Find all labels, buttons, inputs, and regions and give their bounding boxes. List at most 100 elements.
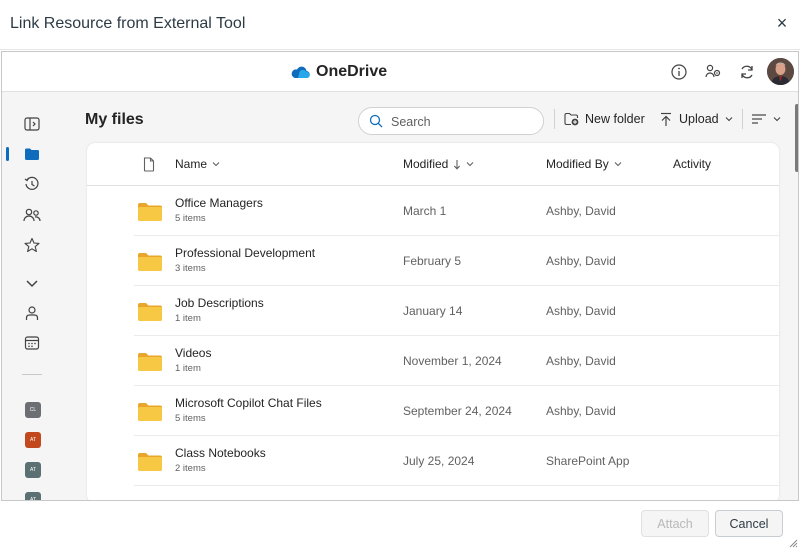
rail-divider [22,374,42,375]
folder-name[interactable]: Videos [175,346,211,360]
close-icon[interactable]: × [774,14,790,32]
cancel-button[interactable]: Cancel [715,510,783,537]
link-resource-dialog: Link Resource from External Tool × OneDr… [0,0,800,550]
column-header-name-label: Name [175,157,208,171]
column-header-modified-label: Modified [403,157,449,171]
table-row[interactable]: Microsoft Copilot Chat Files 5 items Sep… [87,386,779,436]
column-header-modified-by-label: Modified By [546,157,609,171]
item-count: 1 item [175,313,201,324]
modified-date: September 24, 2024 [403,404,512,418]
people-settings-icon[interactable] [704,63,722,81]
dialog-header: Link Resource from External Tool × [0,0,800,50]
chevron-down-icon [773,117,781,122]
folder-name[interactable]: Professional Development [175,246,315,260]
table-row[interactable]: Class Notebooks 2 items July 25, 2024 Sh… [87,436,779,486]
resize-grip-icon[interactable] [788,538,798,548]
modified-by: Ashby, David [546,204,616,218]
modified-date: January 14 [403,304,463,318]
upload-label: Upload [679,112,719,126]
shared-icon[interactable] [22,205,42,225]
folder-icon [138,453,162,471]
onedrive-topbar: OneDrive [2,52,798,92]
chevron-down-icon [725,117,733,122]
site-tile[interactable]: AT [25,462,41,478]
row-divider [134,485,779,486]
modified-by: SharePoint App [546,454,630,468]
dialog-footer: Attach Cancel [0,501,800,550]
left-nav-rail: CL AT AT AT AT [2,93,62,500]
column-header-activity-label: Activity [673,157,712,171]
new-folder-label: New folder [585,112,645,126]
avatar-photo [767,58,794,85]
toolbar-divider [742,109,743,129]
folder-name[interactable]: Office Managers [175,196,263,210]
folder-icon [138,403,162,421]
upload-button[interactable]: Upload [659,108,733,130]
modified-by: Ashby, David [546,304,616,318]
my-files-folder-icon[interactable] [22,144,42,164]
folder-name[interactable]: Job Descriptions [175,296,264,310]
toolbar-divider [554,109,555,129]
site-tile[interactable]: AT [25,492,41,500]
search-input[interactable]: Search [358,107,544,135]
column-header-name[interactable]: Name [175,143,220,185]
folder-icon [138,353,162,371]
site-tile[interactable]: CL [25,402,41,418]
folder-name[interactable]: Microsoft Copilot Chat Files [175,396,322,410]
modified-by: Ashby, David [546,354,616,368]
folder-name[interactable]: Class Notebooks [175,446,266,460]
people-icon[interactable] [22,303,42,323]
favorites-star-icon[interactable] [22,235,42,255]
scrollbar-thumb[interactable] [795,104,798,172]
table-row[interactable]: Professional Development 3 items Februar… [87,236,779,286]
modified-date: July 25, 2024 [403,454,475,468]
avatar[interactable] [767,58,794,85]
view-options-icon [752,114,766,124]
modified-date: February 5 [403,254,462,268]
modified-by: Ashby, David [546,404,616,418]
meetings-calendar-icon[interactable] [22,333,42,353]
onedrive-brand[interactable]: OneDrive [290,62,387,82]
collapse-nav-icon[interactable] [22,114,42,134]
table-row[interactable]: Videos 1 item November 1, 2024 Ashby, Da… [87,336,779,386]
sync-icon[interactable] [738,63,756,81]
item-count: 5 items [175,213,206,224]
files-table: Name Modified Modified By Activity Offic… [87,143,779,500]
onedrive-cloud-icon [291,66,310,79]
new-folder-button[interactable]: New folder [564,108,645,130]
chevron-down-icon [466,162,474,167]
column-header-modified[interactable]: Modified [403,143,474,185]
modified-by: Ashby, David [546,254,616,268]
item-count: 5 items [175,413,206,424]
item-count: 2 items [175,463,206,474]
attach-button[interactable]: Attach [641,510,709,537]
view-options-button[interactable] [751,108,781,130]
new-folder-icon [564,112,579,126]
search-icon [369,114,383,128]
site-tile[interactable]: AT [25,432,41,448]
chevron-down-icon [614,162,622,167]
folder-icon [138,303,162,321]
active-indicator [6,147,9,161]
info-icon[interactable] [670,63,688,81]
file-type-column-header[interactable] [143,143,155,185]
modified-date: March 1 [403,204,447,218]
column-header-activity[interactable]: Activity [673,143,711,185]
onedrive-frame: OneDrive CL AT AT AT My files Search New… [1,51,799,501]
sort-descending-arrow-icon [454,159,461,170]
more-chevron-icon[interactable] [22,273,42,293]
upload-arrow-icon [661,112,671,126]
search-placeholder: Search [391,115,431,129]
table-row[interactable]: Job Descriptions 1 item January 14 Ashby… [87,286,779,336]
recent-icon[interactable] [22,174,42,194]
dialog-title: Link Resource from External Tool [10,15,246,32]
document-icon [143,156,155,172]
onedrive-brand-name: OneDrive [316,63,388,80]
folder-icon [138,203,162,221]
item-count: 3 items [175,263,206,274]
folder-icon [138,253,162,271]
modified-date: November 1, 2024 [403,354,502,368]
item-count: 1 item [175,363,201,374]
column-header-modified-by[interactable]: Modified By [546,143,622,185]
table-row[interactable]: Office Managers 5 items March 1 Ashby, D… [87,186,779,236]
